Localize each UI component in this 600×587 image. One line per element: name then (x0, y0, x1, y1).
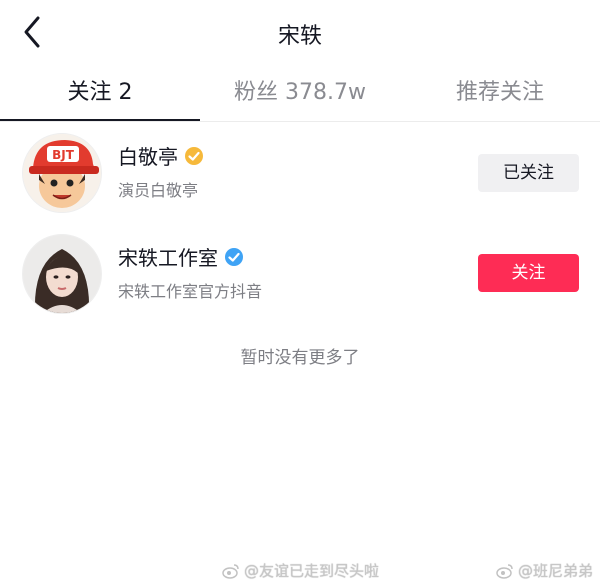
avatar[interactable] (22, 234, 102, 314)
portrait-avatar-image (23, 235, 101, 313)
list-item[interactable]: 宋轶工作室 宋轶工作室官方抖音 关注 (0, 234, 600, 324)
page-title: 宋轶 (277, 24, 322, 49)
end-of-list-text: 暂时没有更多了 (240, 348, 360, 368)
user-description: 演员白敬亭 (118, 181, 199, 200)
weibo-icon (222, 563, 239, 579)
tab-divider (0, 121, 600, 122)
watermark: @友谊已走到尽头啦 (222, 560, 379, 581)
followed-button[interactable]: 已关注 (478, 154, 579, 192)
user-name-text[interactable]: 宋轶工作室 (118, 242, 218, 271)
list-item[interactable]: BJT 白敬亭 演员白敬亭 已关注 (0, 133, 600, 223)
top-nav-bar: 宋轶 (0, 0, 600, 64)
verified-gold-icon (185, 146, 203, 165)
watermark-text: @班尼弟弟 (518, 562, 594, 580)
user-description: 宋轶工作室官方抖音 (118, 282, 263, 301)
user-name[interactable]: 白敬亭 (118, 141, 204, 170)
cap-logo-text: BJT (52, 148, 75, 162)
follow-button[interactable]: 关注 (478, 254, 579, 292)
tab-recommended[interactable]: 推荐关注 (400, 68, 600, 120)
tab-followers[interactable]: 粉丝 378.7w (200, 68, 400, 120)
verified-blue-icon (225, 247, 243, 266)
tab-bar: 关注 2 粉丝 378.7w 推荐关注 (0, 68, 600, 122)
user-name-text[interactable]: 白敬亭 (118, 141, 178, 170)
user-name[interactable]: 宋轶工作室 (118, 242, 244, 271)
cartoon-avatar-image: BJT (23, 134, 101, 212)
watermark-bar: @友谊已走到尽头啦 @班尼弟弟 (0, 558, 600, 584)
tab-following[interactable]: 关注 2 (0, 68, 200, 122)
avatar[interactable]: BJT (22, 133, 102, 213)
watermark: @班尼弟弟 (496, 560, 593, 581)
watermark-text: @友谊已走到尽头啦 (244, 562, 380, 580)
weibo-icon (496, 563, 513, 579)
